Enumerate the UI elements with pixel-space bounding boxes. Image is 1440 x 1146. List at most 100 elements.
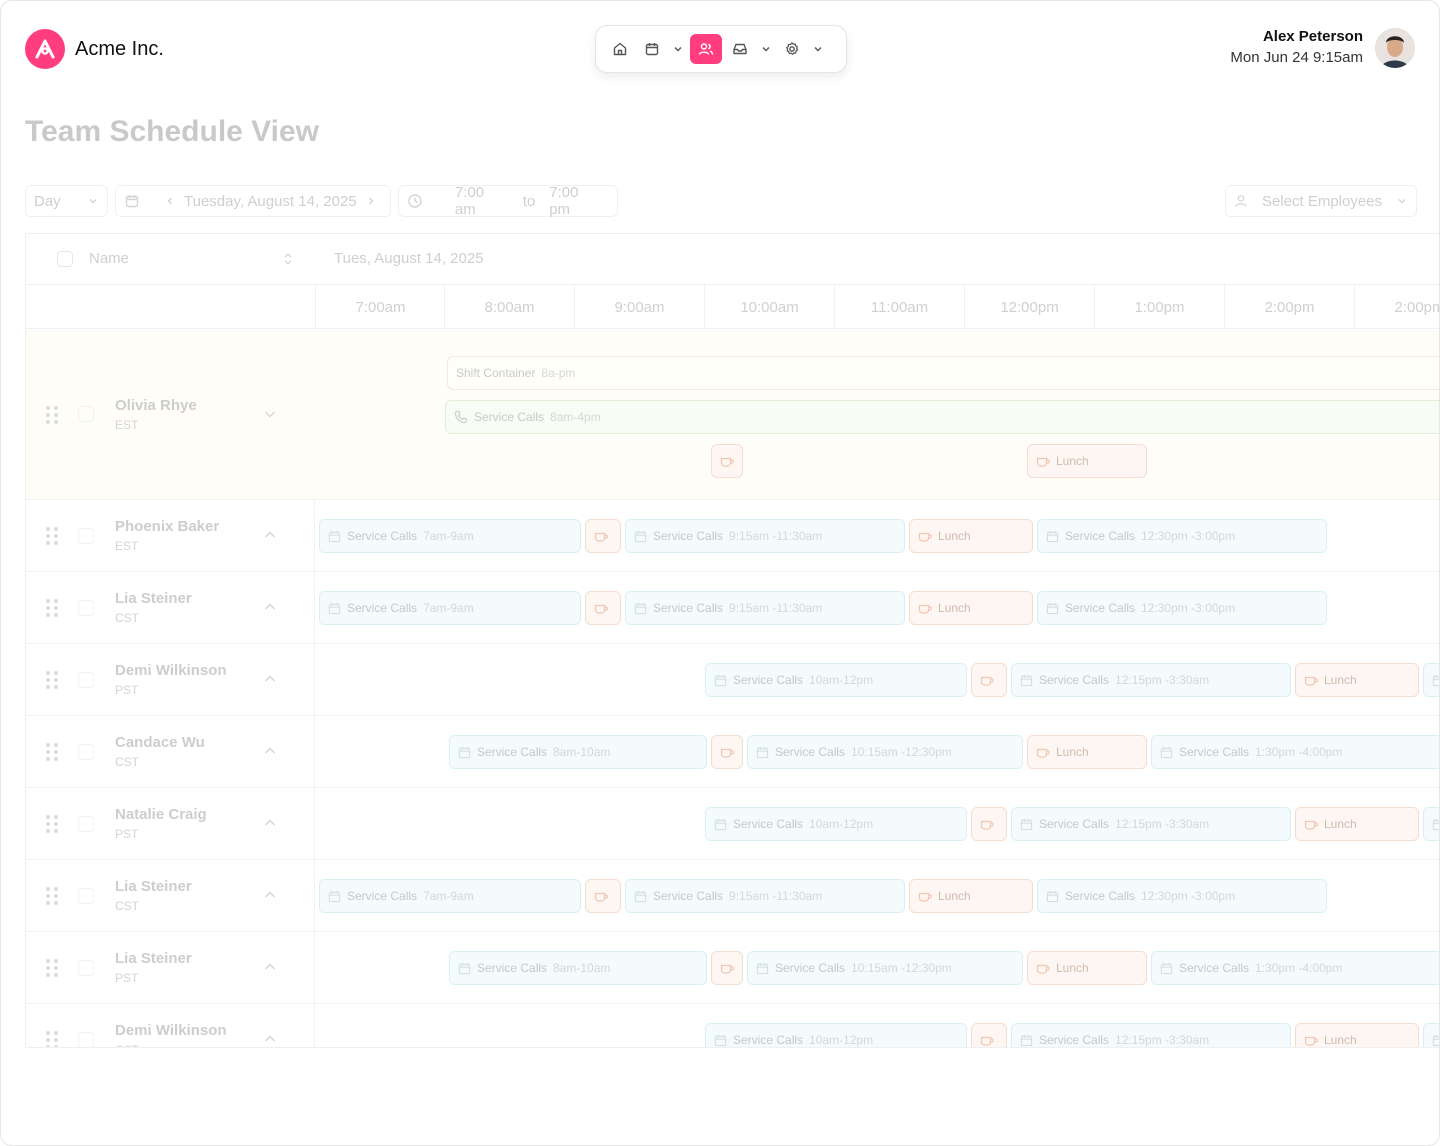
row-checkbox[interactable] (78, 1032, 94, 1047)
drag-handle-icon[interactable] (46, 887, 58, 905)
time-from-input[interactable]: 7:00 am (449, 184, 515, 218)
lunch-block[interactable]: Lunch (909, 591, 1033, 625)
avatar[interactable] (1375, 28, 1415, 68)
name-column-header[interactable]: Name (89, 250, 129, 267)
lunch-block[interactable]: Lunch (1027, 951, 1147, 985)
chevron-down-icon[interactable] (758, 34, 774, 64)
chevron-up-icon[interactable] (263, 1032, 277, 1046)
chevron-up-icon[interactable] (263, 672, 277, 686)
service-calls-block[interactable]: Service Calls 12:30pm -3:00pm (1037, 591, 1327, 625)
drag-handle-icon[interactable] (46, 815, 58, 833)
row-checkbox[interactable] (78, 744, 94, 760)
service-calls-block[interactable]: Service Calls 10am-12pm (705, 807, 967, 841)
lunch-block[interactable]: Lunch (909, 519, 1033, 553)
service-calls-block[interactable]: Service Calls 10:15am -12:30pm (747, 951, 1023, 985)
select-all-checkbox[interactable] (57, 251, 73, 267)
chevron-right-icon[interactable] (365, 195, 377, 207)
chevron-up-icon[interactable] (263, 744, 277, 758)
service-calls-block[interactable]: Service Calls 10am-12pm (705, 663, 967, 697)
chevron-up-icon[interactable] (263, 888, 277, 902)
break-block[interactable] (585, 591, 621, 625)
break-block[interactable] (711, 735, 743, 769)
chevron-up-icon[interactable] (263, 600, 277, 614)
row-checkbox[interactable] (78, 816, 94, 832)
calendar-icon[interactable] (638, 34, 666, 64)
drag-handle-icon[interactable] (46, 527, 58, 545)
service-calls-block[interactable]: Service Calls 7am-9am (319, 519, 581, 553)
block-time: 9:15am -11:30am (729, 889, 823, 903)
drag-handle-icon[interactable] (46, 406, 58, 424)
user-menu[interactable]: Alex Peterson Mon Jun 24 9:15am (1230, 27, 1415, 69)
break-block[interactable] (711, 444, 743, 478)
drag-handle-icon[interactable] (46, 1031, 58, 1047)
home-icon[interactable] (606, 34, 634, 64)
break-block[interactable] (971, 663, 1007, 697)
service-calls-block[interactable]: Service Calls 10:15am -12:30pm (747, 735, 1023, 769)
inbox-icon[interactable] (726, 34, 754, 64)
chevron-up-icon[interactable] (263, 816, 277, 830)
service-calls-block[interactable]: Service Calls 7am-9am (319, 879, 581, 913)
row-checkbox[interactable] (78, 406, 94, 422)
row-checkbox[interactable] (78, 600, 94, 616)
lunch-block[interactable]: Lunch (1027, 735, 1147, 769)
row-checkbox[interactable] (78, 888, 94, 904)
service-calls-block[interactable]: Service Calls (1423, 807, 1439, 841)
service-calls-block[interactable]: Service Calls 7am-9am (319, 591, 581, 625)
service-calls-block[interactable]: Service Calls (1423, 1023, 1439, 1047)
break-block[interactable] (585, 519, 621, 553)
calendar-icon (1432, 1034, 1439, 1046)
chevron-up-icon[interactable] (263, 528, 277, 542)
drag-handle-icon[interactable] (46, 599, 58, 617)
chevron-left-icon[interactable] (164, 195, 176, 207)
chevron-down-icon[interactable] (810, 34, 826, 64)
lunch-block[interactable]: Lunch (1295, 807, 1419, 841)
service-calls-block[interactable]: Service Calls 12:15pm -3:30am (1011, 1023, 1291, 1047)
service-calls-block[interactable]: Service Calls 1:30pm -4:00pm (1151, 951, 1439, 985)
drag-handle-icon[interactable] (46, 743, 58, 761)
drag-handle-icon[interactable] (46, 671, 58, 689)
view-select[interactable]: Day (25, 185, 108, 217)
break-block[interactable] (585, 879, 621, 913)
lunch-block[interactable]: Lunch (909, 879, 1033, 913)
service-calls-block[interactable]: Service Calls 1:30pm -4:00pm (1151, 735, 1439, 769)
chevron-down-icon[interactable] (670, 34, 686, 64)
settings-icon[interactable] (778, 34, 806, 64)
calendar-icon (458, 962, 471, 974)
service-calls-block[interactable]: Service Calls 12:30pm -3:00pm (1037, 879, 1327, 913)
date-picker[interactable]: Tuesday, August 14, 2025 (115, 185, 391, 217)
calendar-icon[interactable] (124, 193, 140, 209)
service-calls-block[interactable]: Service Calls 9:15am -11:30am (625, 519, 905, 553)
row-checkbox[interactable] (78, 960, 94, 976)
drag-handle-icon[interactable] (46, 959, 58, 977)
service-calls-block[interactable]: Service Calls 8am-4pm (445, 400, 1439, 434)
brand[interactable]: Acme Inc. (25, 29, 164, 69)
break-block[interactable] (971, 1023, 1007, 1047)
break-block[interactable] (711, 951, 743, 985)
coffee-icon (918, 892, 932, 902)
acme-logo-icon (25, 29, 65, 69)
service-calls-block[interactable]: Service Calls 8am-10am (449, 951, 707, 985)
service-calls-block[interactable]: Service Calls 10am-12pm (705, 1023, 967, 1047)
service-calls-block[interactable]: Service Calls 12:15pm -3:30am (1011, 807, 1291, 841)
time-to-input[interactable]: 7:00 pm (543, 184, 609, 218)
shift-container[interactable]: Shift Container 8a-pm (447, 356, 1439, 390)
employee-select[interactable]: Select Employees (1225, 185, 1417, 217)
break-block[interactable] (971, 807, 1007, 841)
service-calls-block[interactable]: Service Calls (1423, 663, 1439, 697)
row-checkbox[interactable] (78, 528, 94, 544)
block-time: 12:15pm -3:30am (1115, 1033, 1210, 1047)
lunch-block[interactable]: Lunch (1027, 444, 1147, 478)
service-calls-block[interactable]: Service Calls 12:15pm -3:30am (1011, 663, 1291, 697)
lunch-block[interactable]: Lunch (1295, 663, 1419, 697)
service-calls-block[interactable]: Service Calls 9:15am -11:30am (625, 591, 905, 625)
row-checkbox[interactable] (78, 672, 94, 688)
chevron-down-icon[interactable] (263, 407, 277, 421)
service-calls-block[interactable]: Service Calls 8am-10am (449, 735, 707, 769)
team-icon[interactable] (690, 34, 722, 64)
chevron-up-icon[interactable] (263, 960, 277, 974)
lunch-block[interactable]: Lunch (1295, 1023, 1419, 1047)
service-calls-block[interactable]: Service Calls 9:15am -11:30am (625, 879, 905, 913)
sort-icon[interactable] (282, 252, 294, 266)
employee-row: Candace Wu CST Service Calls 8am-10am Servic… (26, 716, 1439, 788)
service-calls-block[interactable]: Service Calls 12:30pm -3:00pm (1037, 519, 1327, 553)
